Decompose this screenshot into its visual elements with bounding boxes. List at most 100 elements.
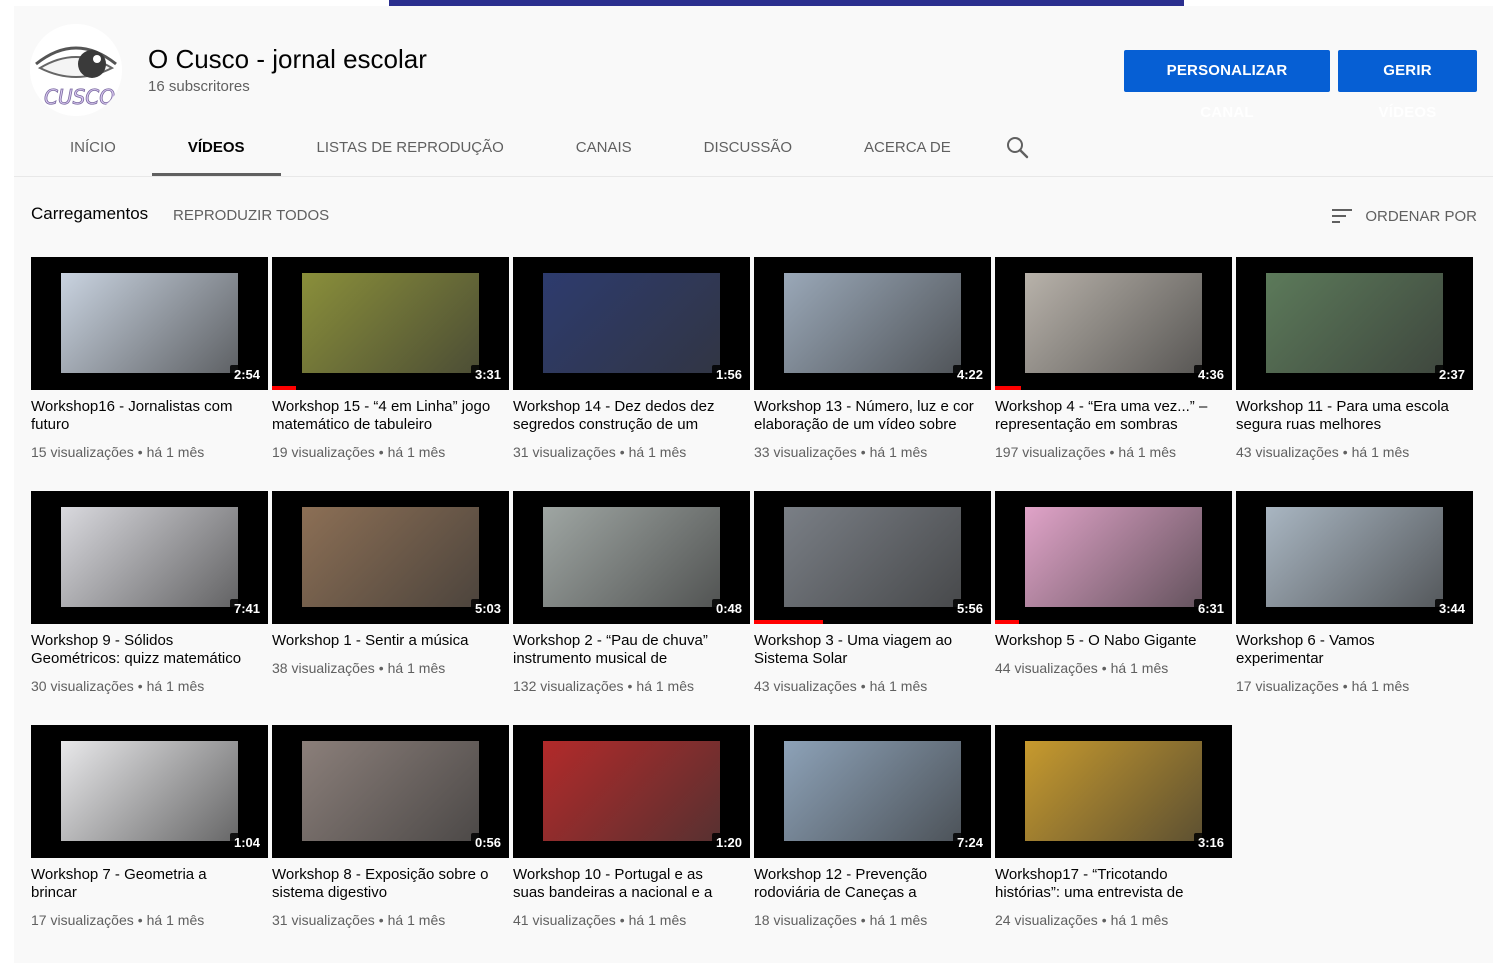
watch-progress-bar [272, 386, 296, 390]
video-meta: 44 visualizações • há 1 mês [995, 660, 1168, 676]
thumbnail-image [61, 741, 238, 841]
tab-playlists[interactable]: LISTAS DE REPRODUÇÃO [281, 124, 540, 174]
video-thumbnail[interactable]: 5:03 [272, 491, 509, 624]
thumbnail-image [543, 507, 720, 607]
thumbnail-image [784, 273, 961, 373]
video-title[interactable]: Workshop16 - Jornalistas com futuro [31, 398, 256, 434]
video-title[interactable]: Workshop 1 - Sentir a música [272, 632, 497, 650]
thumbnail-image [302, 507, 479, 607]
meta-separator: • [137, 912, 143, 928]
thumbnail-image [1025, 273, 1202, 373]
video-card[interactable]: 2:54 Workshop16 - Jornalistas com futuro 1… [31, 257, 268, 477]
header-divider [14, 176, 1493, 177]
manage-videos-button[interactable]: GERIR VÍDEOS [1338, 50, 1477, 121]
video-card[interactable]: 3:16 Workshop17 - “Tricotando histórias”:… [995, 725, 1232, 945]
video-title[interactable]: Workshop 14 - Dez dedos dez segredos con… [513, 398, 738, 434]
meta-separator: • [137, 678, 143, 694]
tab-discussion[interactable]: DISCUSSÃO [668, 124, 828, 174]
video-thumbnail[interactable]: 2:37 [1236, 257, 1473, 390]
channel-page: CUSCO O Cusco - jornal escolar 16 subscr… [14, 6, 1493, 963]
video-thumbnail[interactable]: 1:20 [513, 725, 750, 858]
play-all-button[interactable]: REPRODUZIR TODOS [173, 207, 329, 224]
video-title[interactable]: Workshop 3 - Uma viagem ao Sistema Solar [754, 632, 979, 668]
video-thumbnail[interactable]: 7:41 [31, 491, 268, 624]
video-card[interactable]: 1:56 Workshop 14 - Dez dedos dez segredos… [513, 257, 750, 477]
video-title[interactable]: Workshop 13 - Número, luz e cor elaboraç… [754, 398, 979, 434]
tab-videos[interactable]: VÍDEOS [151, 124, 281, 176]
view-count: 43 visualizações [1236, 444, 1339, 460]
video-title[interactable]: Workshop 6 - Vamos experimentar [1236, 632, 1461, 668]
video-thumbnail[interactable]: 7:24 [754, 725, 991, 858]
video-thumbnail[interactable]: 3:16 [995, 725, 1232, 858]
video-thumbnail[interactable]: 4:22 [754, 257, 991, 390]
video-meta: 17 visualizações • há 1 mês [31, 912, 204, 928]
video-title[interactable]: Workshop 15 - “4 em Linha” jogo matemáti… [272, 398, 497, 434]
video-title[interactable]: Workshop 11 - Para uma escola segura rua… [1236, 398, 1461, 434]
view-count: 44 visualizações [995, 660, 1098, 676]
tab-home[interactable]: INÍCIO [34, 124, 152, 174]
meta-separator: • [619, 444, 625, 460]
video-card[interactable]: 0:56 Workshop 8 - Exposição sobre o siste… [272, 725, 509, 945]
video-title[interactable]: Workshop 10 - Portugal e as suas bandeir… [513, 866, 738, 902]
upload-age: há 1 mês [387, 912, 446, 928]
video-card[interactable]: 4:22 Workshop 13 - Número, luz e cor elab… [754, 257, 991, 477]
subscriber-count: 16 subscritores [148, 78, 250, 95]
video-card[interactable]: 1:04 Workshop 7 - Geometria a brincar 17 v… [31, 725, 268, 945]
video-thumbnail[interactable]: 4:36 [995, 257, 1232, 390]
tab-about[interactable]: ACERCA DE [828, 124, 987, 174]
view-count: 17 visualizações [1236, 678, 1339, 694]
video-thumbnail[interactable]: 6:31 [995, 491, 1232, 624]
view-count: 132 visualizações [513, 678, 624, 694]
view-count: 31 visualizações [272, 912, 375, 928]
video-thumbnail[interactable]: 1:56 [513, 257, 750, 390]
video-card[interactable]: 3:31 Workshop 15 - “4 em Linha” jogo mate… [272, 257, 509, 477]
video-meta: 18 visualizações • há 1 mês [754, 912, 927, 928]
video-card[interactable]: 5:56 Workshop 3 - Uma viagem ao Sistema S… [754, 491, 991, 711]
upload-age: há 1 mês [146, 678, 205, 694]
video-meta: 19 visualizações • há 1 mês [272, 444, 445, 460]
video-card[interactable]: 2:37 Workshop 11 - Para uma escola segura… [1236, 257, 1473, 477]
video-duration: 1:56 [711, 365, 746, 384]
video-thumbnail[interactable]: 0:48 [513, 491, 750, 624]
upload-age: há 1 mês [387, 444, 446, 460]
meta-separator: • [1109, 444, 1115, 460]
video-meta: 31 visualizações • há 1 mês [513, 444, 686, 460]
video-thumbnail[interactable]: 5:56 [754, 491, 991, 624]
video-thumbnail[interactable]: 2:54 [31, 257, 268, 390]
video-card[interactable]: 5:03 Workshop 1 - Sentir a música 38 visua… [272, 491, 509, 711]
video-title[interactable]: Workshop 12 - Prevenção rodoviária de Ca… [754, 866, 979, 902]
video-thumbnail[interactable]: 1:04 [31, 725, 268, 858]
video-card[interactable]: 7:24 Workshop 12 - Prevenção rodoviária d… [754, 725, 991, 945]
view-count: 41 visualizações [513, 912, 616, 928]
video-title[interactable]: Workshop17 - “Tricotando histórias”: uma… [995, 866, 1220, 902]
video-title[interactable]: Workshop 4 - “Era uma vez...” – represen… [995, 398, 1220, 434]
video-card[interactable]: 0:48 Workshop 2 - “Pau de chuva” instrume… [513, 491, 750, 711]
video-duration: 6:31 [1193, 599, 1228, 618]
video-meta: 24 visualizações • há 1 mês [995, 912, 1168, 928]
video-card[interactable]: 6:31 Workshop 5 - O Nabo Gigante 44 visual… [995, 491, 1232, 711]
video-card[interactable]: 3:44 Workshop 6 - Vamos experimentar 17 vi… [1236, 491, 1473, 711]
video-title[interactable]: Workshop 8 - Exposição sobre o sistema d… [272, 866, 497, 902]
video-title[interactable]: Workshop 5 - O Nabo Gigante [995, 632, 1220, 650]
video-meta: 132 visualizações • há 1 mês [513, 678, 694, 694]
video-card[interactable]: 7:41 Workshop 9 - Sólidos Geométricos: qu… [31, 491, 268, 711]
tab-channels[interactable]: CANAIS [540, 124, 668, 174]
sort-button[interactable]: ORDENAR POR [1331, 204, 1477, 228]
video-meta: 33 visualizações • há 1 mês [754, 444, 927, 460]
video-thumbnail[interactable]: 3:44 [1236, 491, 1473, 624]
section-title: Carregamentos [31, 204, 149, 223]
search-icon[interactable] [1004, 134, 1032, 162]
video-thumbnail[interactable]: 0:56 [272, 725, 509, 858]
video-title[interactable]: Workshop 7 - Geometria a brincar [31, 866, 256, 902]
video-card[interactable]: 1:20 Workshop 10 - Portugal e as suas ban… [513, 725, 750, 945]
upload-age: há 1 mês [1351, 678, 1410, 694]
video-title[interactable]: Workshop 2 - “Pau de chuva” instrumento … [513, 632, 738, 668]
video-meta: 15 visualizações • há 1 mês [31, 444, 204, 460]
meta-separator: • [137, 444, 143, 460]
video-card[interactable]: 4:36 Workshop 4 - “Era uma vez...” – repr… [995, 257, 1232, 477]
upload-age: há 1 mês [628, 912, 687, 928]
video-thumbnail[interactable]: 3:31 [272, 257, 509, 390]
video-title[interactable]: Workshop 9 - Sólidos Geométricos: quizz … [31, 632, 256, 668]
channel-avatar[interactable]: CUSCO [30, 24, 122, 116]
customize-channel-button[interactable]: PERSONALIZAR CANAL [1124, 50, 1330, 121]
